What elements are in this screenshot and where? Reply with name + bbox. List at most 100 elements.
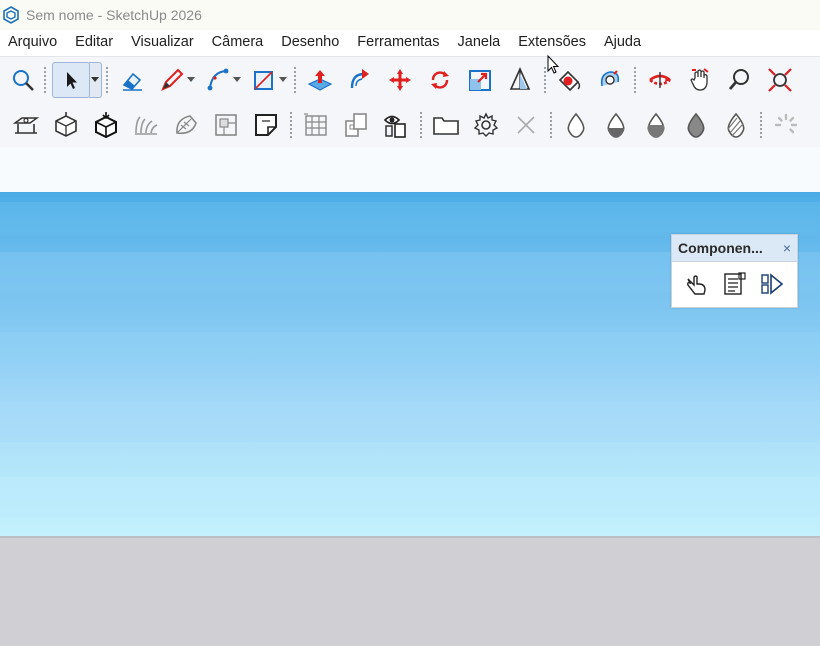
face-style-icon xyxy=(255,114,277,136)
orbit-icon xyxy=(600,70,620,87)
tape-measure-tool-button[interactable] xyxy=(502,62,538,98)
rectangle-tool-button[interactable] xyxy=(246,62,282,98)
drop-solid-button[interactable] xyxy=(678,107,714,143)
drop-half-icon xyxy=(607,112,625,138)
leaf-button[interactable] xyxy=(168,107,204,143)
open-folder-button[interactable] xyxy=(428,107,464,143)
menu-camera[interactable]: Câmera xyxy=(203,30,273,54)
leaf-icon xyxy=(176,115,197,135)
rotate-tool-button[interactable] xyxy=(422,62,458,98)
box-download-button[interactable] xyxy=(88,107,124,143)
orbit-view-button[interactable] xyxy=(642,62,678,98)
components-tray-header[interactable]: Componen... × xyxy=(672,235,797,262)
view-button[interactable] xyxy=(378,107,414,143)
drop-filled-button[interactable] xyxy=(638,107,674,143)
menu-ferramentas[interactable]: Ferramentas xyxy=(348,30,448,54)
tray-details-button[interactable] xyxy=(719,269,749,299)
search-tool-button[interactable] xyxy=(8,62,38,98)
sky-band xyxy=(0,402,820,442)
toolbar-separator xyxy=(760,112,762,138)
arc-tool-button[interactable] xyxy=(200,62,236,98)
tray-hand-button[interactable] xyxy=(682,269,712,299)
loading-spinner-icon xyxy=(774,113,798,134)
ground-plane xyxy=(0,536,820,646)
eraser-icon xyxy=(122,72,142,91)
eraser-tool-button[interactable] xyxy=(114,62,150,98)
menu-editar[interactable]: Editar xyxy=(66,30,122,54)
components-tray-title: Componen... xyxy=(678,240,763,256)
grid-icon xyxy=(304,113,327,136)
line-tool-button[interactable] xyxy=(154,62,190,98)
view-icon xyxy=(383,115,406,138)
pan-icon xyxy=(690,68,709,91)
face-style-button[interactable] xyxy=(248,107,284,143)
push-pull-icon xyxy=(307,70,333,91)
move-icon xyxy=(389,69,411,91)
toolbar-separator xyxy=(294,67,296,93)
section-plane-icon xyxy=(12,117,40,134)
copy-button[interactable] xyxy=(338,107,374,143)
follow-me-tool-button[interactable] xyxy=(342,62,378,98)
section-plane-button[interactable] xyxy=(8,107,44,143)
copy-icon xyxy=(345,113,367,137)
zoom-tool-button[interactable] xyxy=(722,62,758,98)
drop-half-button[interactable] xyxy=(598,107,634,143)
menu-visualizar[interactable]: Visualizar xyxy=(122,30,203,54)
select-tool-button[interactable] xyxy=(52,62,90,98)
follow-me-icon xyxy=(350,69,369,89)
scale-tool-button[interactable] xyxy=(462,62,498,98)
zoom-extents-icon xyxy=(768,68,792,92)
select-dropdown[interactable] xyxy=(89,62,102,98)
toolbar-separator xyxy=(634,67,636,93)
box-top-icon xyxy=(55,112,77,137)
sky-band xyxy=(0,477,820,517)
toolbar-separator xyxy=(420,112,422,138)
components-icon xyxy=(215,114,237,136)
rectangle-icon xyxy=(254,71,273,90)
close-x-button[interactable] xyxy=(508,107,544,143)
orbit-tool-button[interactable] xyxy=(592,62,628,98)
menu-arquivo[interactable]: Arquivo xyxy=(0,30,66,54)
toolbar-separator xyxy=(106,67,108,93)
menu-ajuda[interactable]: Ajuda xyxy=(595,30,650,54)
main-toolbar xyxy=(0,56,820,103)
toolbar-separator xyxy=(550,112,552,138)
details-list-icon xyxy=(724,272,747,295)
box-top-button[interactable] xyxy=(48,107,84,143)
drop-outline-button[interactable] xyxy=(558,107,594,143)
window-title: Sem nome - SketchUp 2026 xyxy=(26,7,202,23)
menu-janela[interactable]: Janela xyxy=(449,30,510,54)
sandbox-button[interactable] xyxy=(128,107,164,143)
push-pull-tool-button[interactable] xyxy=(302,62,338,98)
drop-filled-icon xyxy=(647,112,665,138)
rotate-icon xyxy=(431,71,449,89)
menu-extensoes[interactable]: Extensões xyxy=(509,30,595,54)
settings-gear-icon xyxy=(473,112,499,137)
toolbar-separator xyxy=(290,112,292,138)
title-bar: Sem nome - SketchUp 2026 xyxy=(0,0,820,30)
components-tray: Componen... × xyxy=(671,234,798,308)
menu-desenho[interactable]: Desenho xyxy=(272,30,348,54)
move-tool-button[interactable] xyxy=(382,62,418,98)
drop-hatched-button[interactable] xyxy=(718,107,754,143)
loading-indicator xyxy=(768,107,804,143)
tape-measure-icon xyxy=(509,67,531,90)
sketchup-logo-icon xyxy=(3,6,19,24)
play-component-icon xyxy=(761,273,784,295)
sky-band xyxy=(0,202,820,236)
grid-button[interactable] xyxy=(298,107,334,143)
pan-tool-button[interactable] xyxy=(682,62,718,98)
scale-icon xyxy=(469,70,491,91)
folder-icon xyxy=(433,117,459,135)
zoom-extents-tool-button[interactable] xyxy=(762,62,798,98)
select-arrow-icon xyxy=(67,72,77,89)
chevron-down-icon xyxy=(91,77,99,82)
tray-play-button[interactable] xyxy=(757,269,787,299)
settings-button[interactable] xyxy=(468,107,504,143)
close-icon[interactable]: × xyxy=(783,240,791,256)
hand-icon xyxy=(686,275,706,295)
toolbar-separator xyxy=(544,67,546,93)
drop-solid-icon xyxy=(687,112,705,138)
components-button[interactable] xyxy=(208,107,244,143)
close-x-icon xyxy=(517,116,535,134)
